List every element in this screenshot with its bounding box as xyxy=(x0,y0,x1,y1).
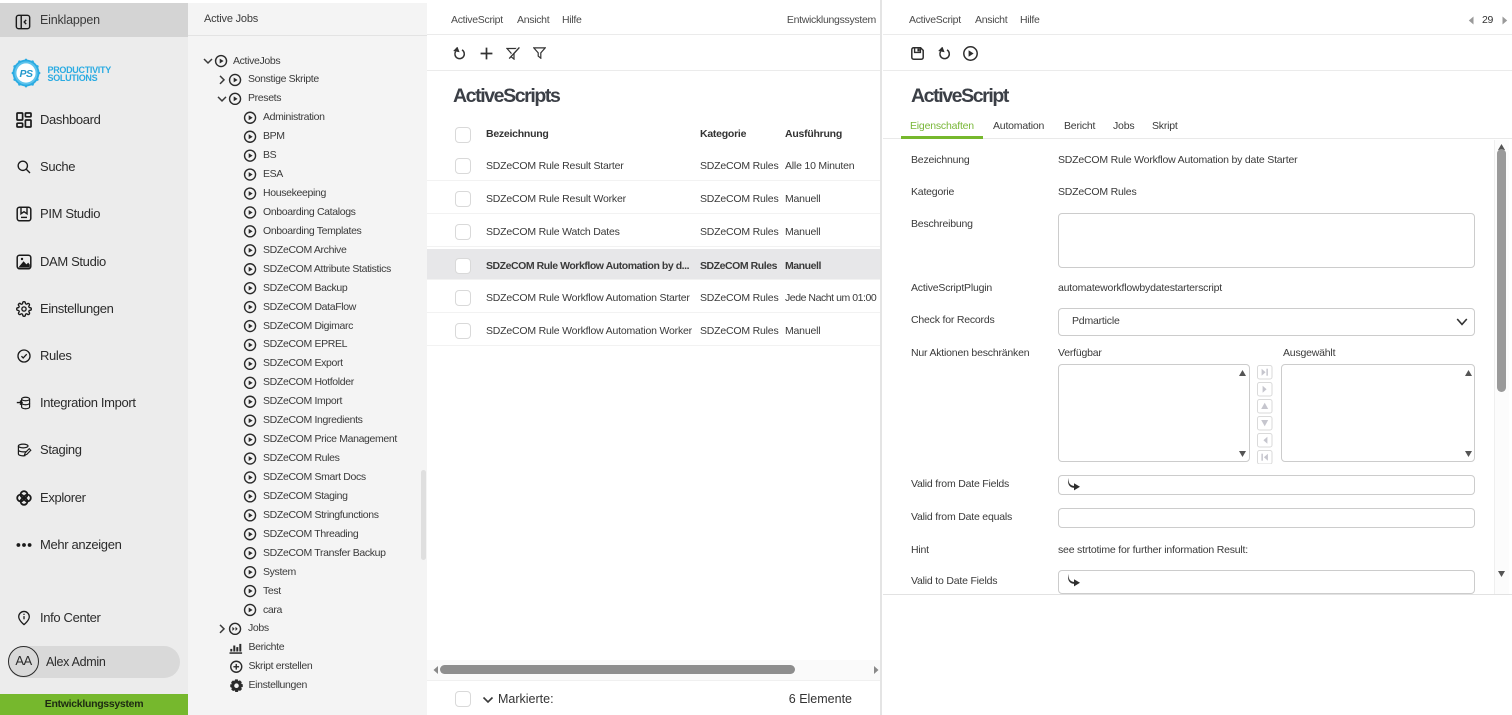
svg-text:PS: PS xyxy=(19,68,33,80)
